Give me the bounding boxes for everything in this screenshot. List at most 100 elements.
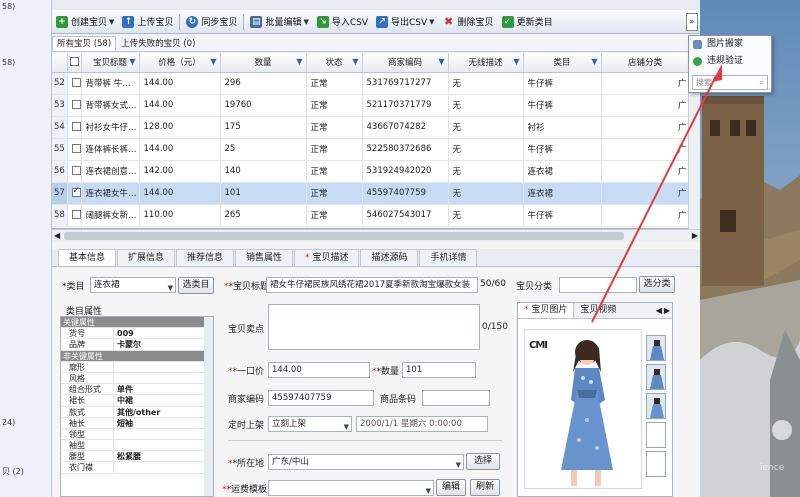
left-sidebar-item[interactable]: 贝 (2): [2, 466, 24, 477]
chevron-down-icon[interactable]: ▼: [429, 18, 434, 26]
left-sidebar-item[interactable]: 24): [2, 418, 15, 427]
column-header-price[interactable]: 价格（元） ▼: [139, 53, 221, 73]
tab-upload-failed[interactable]: 上传失败的宝贝 (0): [116, 36, 200, 51]
image-thumbnail[interactable]: [646, 393, 666, 419]
tab-all-items[interactable]: 所有宝贝 (58): [52, 36, 117, 51]
cell-quantity[interactable]: 296: [220, 72, 307, 95]
column-header-wireless[interactable]: 无线描述 ▼: [448, 53, 524, 73]
cell-category[interactable]: 牛仔裤: [523, 138, 602, 161]
cell-code[interactable]: 43667074282: [362, 116, 449, 139]
scroll-left-icon[interactable]: ◀: [54, 231, 60, 240]
row-select-cell[interactable]: [67, 182, 82, 205]
props-scrollbar[interactable]: [204, 317, 213, 496]
cell-quantity[interactable]: 19760: [220, 94, 307, 117]
cell-price[interactable]: 144.00: [139, 94, 221, 117]
cell-shop-category[interactable]: 广: [601, 116, 690, 139]
cell-price[interactable]: 144.00: [139, 182, 221, 205]
cell-quantity[interactable]: 25: [220, 138, 307, 161]
export-csv-button[interactable]: ↗ 导出CSV ▼: [372, 12, 439, 32]
batch-edit-button[interactable]: ▤ 批量编辑 ▼: [246, 12, 312, 32]
row-select-cell[interactable]: [67, 138, 82, 161]
column-header-shop-category[interactable]: 店铺分类: [601, 53, 690, 73]
cell-code[interactable]: 531769717277: [362, 72, 449, 95]
tab-scroll-right-icon[interactable]: ▶: [662, 303, 672, 318]
cell-title[interactable]: 连衣裙女牛…: [81, 182, 140, 205]
toolbar-more-button[interactable]: »: [686, 13, 698, 31]
cell-code[interactable]: 546027543017: [362, 204, 449, 227]
table-row[interactable]: 54 衬衫女牛仔… 128.00 175 正常 43667074282 无 衬衫…: [52, 116, 700, 139]
cell-shop-category[interactable]: 广: [601, 94, 690, 117]
grid-horizontal-scrollbar[interactable]: ◀ ▶: [52, 229, 700, 242]
delete-item-button[interactable]: ✖ 删除宝贝: [439, 12, 498, 32]
column-header-code[interactable]: 商家编码 ▼: [362, 53, 449, 73]
cell-title[interactable]: 背带裤女式…: [81, 94, 140, 117]
prop-row[interactable]: 袖长 短袖: [61, 417, 213, 429]
cell-quantity[interactable]: 101: [220, 182, 307, 205]
prop-value[interactable]: 卡蒙尔: [113, 339, 213, 350]
filter-icon[interactable]: ▼: [591, 57, 597, 66]
prop-value[interactable]: 009: [113, 328, 213, 339]
select-all-checkbox[interactable]: [69, 57, 79, 67]
row-select-cell[interactable]: [67, 72, 82, 95]
cell-shop-category[interactable]: 广: [601, 182, 690, 205]
cell-status[interactable]: 正常: [306, 160, 363, 183]
cell-category[interactable]: 牛仔裤: [523, 72, 602, 95]
chevron-down-icon[interactable]: ▼: [303, 18, 308, 26]
filter-icon[interactable]: ▼: [352, 57, 358, 66]
prop-row[interactable]: 袖型: [61, 440, 213, 452]
prop-row[interactable]: 款式 其他/other: [61, 406, 213, 418]
cell-code[interactable]: 531924942020: [362, 160, 449, 183]
table-row[interactable]: 56 连衣裙创意… 142.00 140 正常 531924942020 无 连…: [52, 160, 700, 183]
filter-icon[interactable]: ▼: [296, 57, 302, 66]
shipping-edit-button[interactable]: 编辑: [436, 479, 466, 496]
price-input[interactable]: 144.00: [268, 362, 370, 378]
prop-row[interactable]: 衣门襟: [61, 462, 213, 474]
schedule-date-input[interactable]: 2000/1/1 星期六 0:00:00: [356, 416, 488, 432]
row-checkbox[interactable]: [71, 210, 80, 219]
cell-price[interactable]: 128.00: [139, 116, 221, 139]
row-checkbox[interactable]: [71, 144, 80, 153]
cell-shop-category[interactable]: 广: [601, 160, 690, 183]
row-checkbox[interactable]: [71, 166, 80, 175]
cell-wireless[interactable]: 无: [448, 116, 524, 139]
cell-category[interactable]: 连衣裙: [523, 160, 602, 183]
table-row-selected[interactable]: 57 连衣裙女牛… 144.00 101 正常 45597407759 无 连衣…: [52, 182, 700, 205]
cell-status[interactable]: 正常: [306, 204, 363, 227]
chevron-down-icon[interactable]: ▼: [109, 18, 114, 26]
prop-value[interactable]: 松紧腰: [113, 451, 213, 462]
column-header-status[interactable]: 状态 ▼: [306, 53, 363, 73]
cell-quantity[interactable]: 140: [220, 160, 307, 183]
cell-category[interactable]: 牛仔裤: [523, 94, 602, 117]
image-thumbnail-empty[interactable]: [646, 422, 666, 448]
cell-wireless[interactable]: 无: [448, 138, 524, 161]
cell-wireless[interactable]: 无: [448, 182, 524, 205]
row-select-cell[interactable]: [67, 94, 82, 117]
select-category-button[interactable]: 选类目: [178, 277, 214, 294]
cell-wireless[interactable]: 无: [448, 160, 524, 183]
row-select-cell[interactable]: [67, 160, 82, 183]
cell-code[interactable]: 521170371779: [362, 94, 449, 117]
column-header-category[interactable]: 类目 ▼: [523, 53, 602, 73]
cell-quantity[interactable]: 265: [220, 204, 307, 227]
upload-item-button[interactable]: ↑ 上传宝贝: [118, 12, 177, 32]
prop-value[interactable]: 短袖: [113, 417, 213, 428]
prop-value[interactable]: [113, 361, 213, 372]
row-checkbox[interactable]: [71, 100, 80, 109]
location-select-button[interactable]: 选择: [466, 453, 500, 470]
image-thumbnail-empty[interactable]: [646, 451, 666, 477]
table-row[interactable]: 58 阔腿裤女新… 110.00 265 正常 546027543017 无 牛…: [52, 204, 700, 227]
row-checkbox-checked[interactable]: [71, 186, 80, 197]
cell-category[interactable]: 衬衫: [523, 116, 602, 139]
sync-item-button[interactable]: ↻ 同步宝贝: [182, 12, 241, 32]
cell-title[interactable]: 连衣裙创意…: [81, 160, 140, 183]
column-header-title[interactable]: 宝贝标题 ▼: [81, 53, 140, 73]
title-input[interactable]: 裙女牛仔裙民族风绣花裙2017夏季新款淘宝爆款女装: [266, 277, 478, 293]
cell-status[interactable]: 正常: [306, 72, 363, 95]
tab-item-video[interactable]: 宝贝视频: [574, 303, 622, 318]
scroll-right-icon[interactable]: ▶: [692, 231, 698, 240]
cell-shop-category[interactable]: 广: [601, 138, 690, 161]
select-shop-category-button[interactable]: 选分类: [639, 276, 675, 293]
cell-price[interactable]: 144.00: [139, 138, 221, 161]
schedule-select[interactable]: 立刻上架 ▼: [268, 416, 352, 432]
main-product-image[interactable]: CMI: [524, 329, 642, 489]
